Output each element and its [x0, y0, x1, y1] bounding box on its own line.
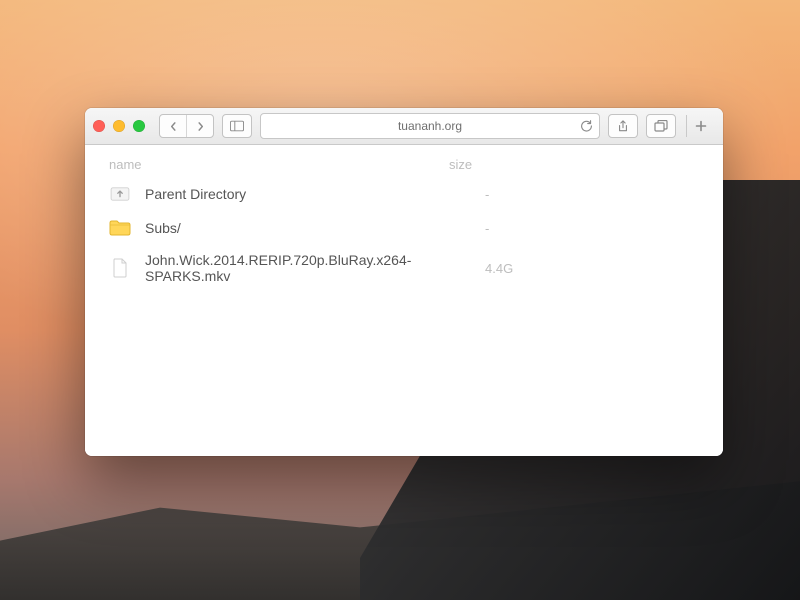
back-button[interactable] [160, 115, 186, 137]
toolbar: tuananh.org [85, 108, 723, 145]
item-size: - [485, 187, 489, 202]
tabs-icon [654, 120, 668, 132]
parent-directory-icon [109, 184, 131, 204]
list-item[interactable]: John.Wick.2014.RERIP.720p.BluRay.x264-SP… [85, 245, 723, 291]
browser-window: tuananh.org [85, 108, 723, 456]
directory-listing: name size Parent Directory - Subs/ [85, 145, 723, 456]
share-icon [616, 120, 630, 132]
folder-icon [109, 218, 131, 238]
new-tab-button[interactable] [686, 115, 715, 137]
minimize-window-button[interactable] [113, 120, 125, 132]
column-header-name: name [109, 157, 449, 172]
item-name: John.Wick.2014.RERIP.720p.BluRay.x264-SP… [145, 252, 471, 284]
chevron-left-icon [169, 122, 178, 131]
sidebar-icon [230, 120, 244, 132]
address-bar[interactable]: tuananh.org [260, 113, 600, 139]
reload-button[interactable] [580, 120, 593, 133]
zoom-window-button[interactable] [133, 120, 145, 132]
window-controls [93, 120, 151, 132]
item-name: Parent Directory [145, 186, 471, 202]
reload-icon [580, 120, 593, 133]
nav-buttons [159, 114, 214, 138]
list-item[interactable]: Parent Directory - [85, 177, 723, 211]
tabs-button[interactable] [646, 114, 676, 138]
column-headers: name size [85, 151, 723, 177]
forward-button[interactable] [186, 115, 213, 137]
item-size: - [485, 221, 489, 236]
plus-icon [695, 120, 707, 132]
address-text: tuananh.org [398, 119, 462, 133]
toolbar-right-cluster [608, 114, 715, 138]
close-window-button[interactable] [93, 120, 105, 132]
file-icon [109, 258, 131, 278]
item-size: 4.4G [485, 261, 513, 276]
column-header-size: size [449, 157, 509, 172]
list-item[interactable]: Subs/ - [85, 211, 723, 245]
chevron-right-icon [196, 122, 205, 131]
item-name: Subs/ [145, 220, 471, 236]
share-button[interactable] [608, 114, 638, 138]
sidebar-toggle-button[interactable] [222, 114, 252, 138]
